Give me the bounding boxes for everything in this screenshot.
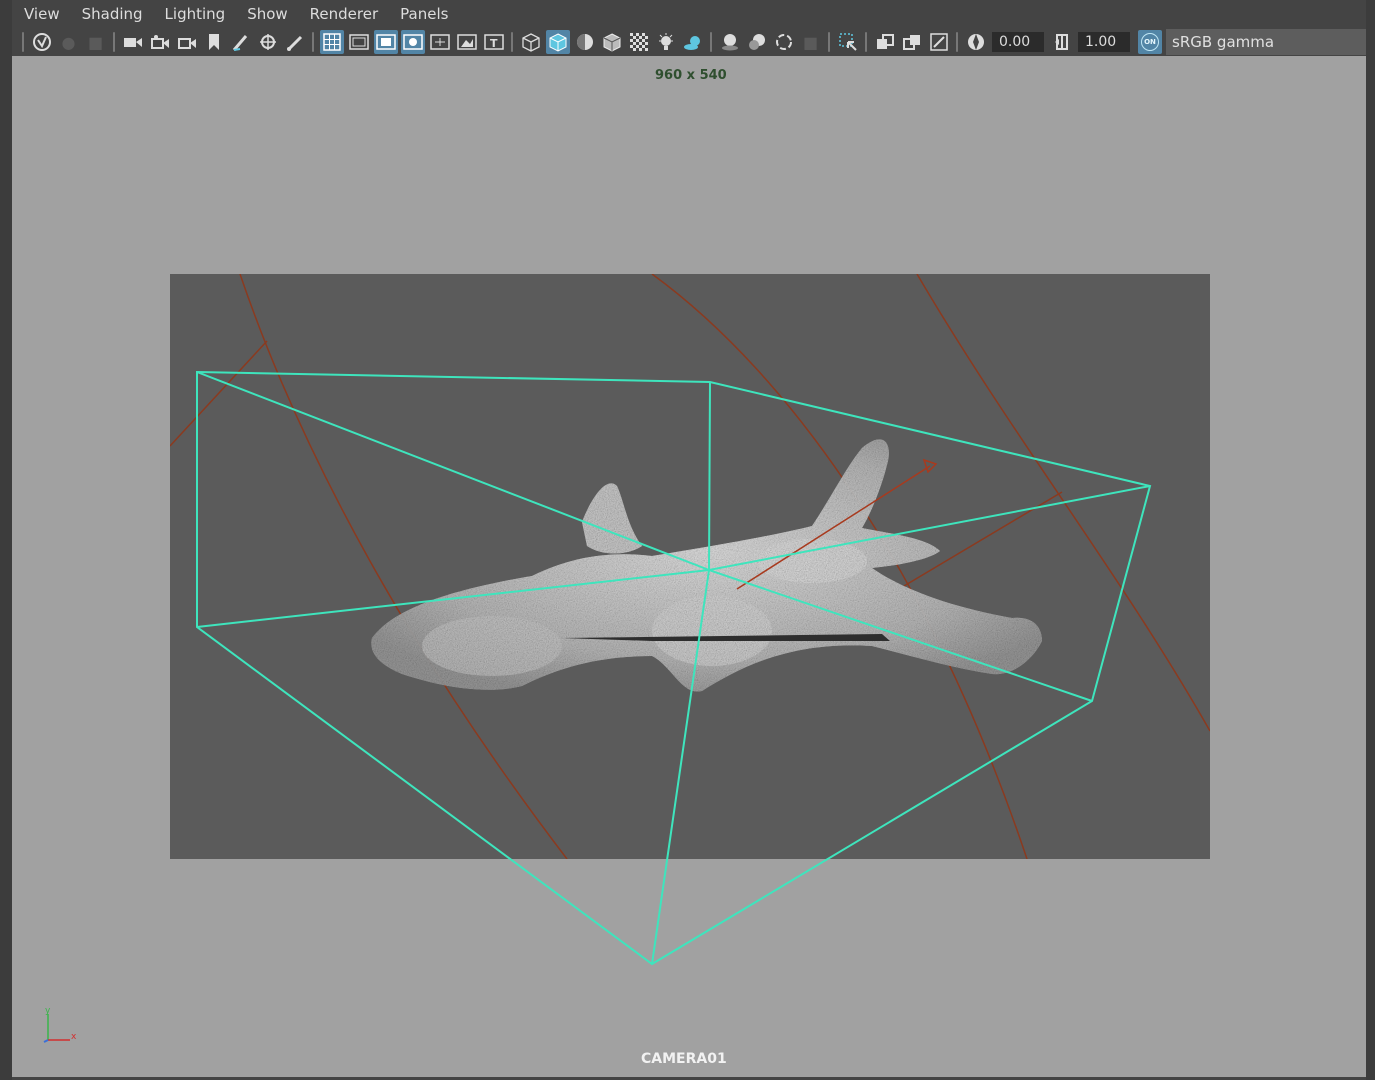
svg-text:T: T	[490, 37, 498, 50]
select-camera-icon[interactable]	[30, 30, 54, 54]
maya-viewport-panel: View Shading Lighting Show Renderer Pane…	[0, 0, 1375, 1080]
toolbar-separator	[312, 32, 314, 52]
toolbar-separator	[22, 32, 24, 52]
axis-x-label: x	[71, 1032, 77, 1042]
toolbar-separator	[511, 32, 513, 52]
panel-left-border	[0, 0, 12, 1080]
menu-panels[interactable]: Panels	[388, 0, 458, 28]
depth-of-field-icon[interactable]: ■	[799, 30, 823, 54]
toolbar-separator	[828, 32, 830, 52]
panel-toolbar: ● ■ T ■ 0.00 1.00 ON sRGB gamma	[12, 28, 1366, 56]
field-chart-icon[interactable]	[428, 30, 452, 54]
gamma-icon[interactable]	[1050, 30, 1074, 54]
wireframe-icon[interactable]	[519, 30, 543, 54]
backface-culling-icon[interactable]	[927, 30, 951, 54]
lock-camera-icon[interactable]: ●	[57, 30, 81, 54]
xray-joints-icon[interactable]	[873, 30, 897, 54]
panel-right-border	[1366, 0, 1375, 1080]
toolbar-separator	[956, 32, 958, 52]
anti-aliasing-icon[interactable]	[772, 30, 796, 54]
safe-title-icon[interactable]: T	[482, 30, 506, 54]
panel-menu-bar: View Shading Lighting Show Renderer Pane…	[12, 0, 1366, 28]
resolution-gate-icon[interactable]	[373, 30, 398, 54]
color-management-toggle[interactable]: ON	[1138, 30, 1162, 54]
menu-show[interactable]: Show	[235, 0, 297, 28]
bookmark-icon[interactable]	[202, 30, 226, 54]
3d-viewport[interactable]: 960 x 540 y x CAMERA01	[12, 56, 1366, 1077]
grid-icon[interactable]	[319, 30, 344, 54]
light-bulb-icon[interactable]	[654, 30, 678, 54]
isolate-select-icon[interactable]	[836, 30, 860, 54]
film-gate-icon[interactable]	[347, 30, 371, 54]
menu-renderer[interactable]: Renderer	[298, 0, 388, 28]
camera-name-label: CAMERA01	[641, 1051, 727, 1067]
default-material-icon[interactable]	[573, 30, 597, 54]
airplane-point-cloud[interactable]	[371, 439, 1042, 692]
menu-shading[interactable]: Shading	[70, 0, 153, 28]
toolbar-separator	[113, 32, 115, 52]
axis-indicator: y x	[43, 1006, 77, 1043]
gate-mask-icon[interactable]	[400, 30, 425, 54]
wireframe-on-shaded-icon[interactable]	[600, 30, 624, 54]
exposure-field[interactable]: 0.00	[992, 32, 1044, 52]
xray-active-components-icon[interactable]	[900, 30, 924, 54]
axis-y-label: y	[45, 1006, 51, 1016]
toolbar-separator	[865, 32, 867, 52]
exposure-icon[interactable]	[964, 30, 988, 54]
scene-canvas[interactable]: y x	[12, 56, 1366, 1077]
shadows-icon[interactable]	[681, 30, 705, 54]
brush-icon[interactable]	[283, 30, 307, 54]
toolbar-separator	[710, 32, 712, 52]
guide-curve	[239, 274, 568, 859]
color-management-on-label: ON	[1141, 33, 1159, 51]
camera-2d-pan-icon[interactable]	[175, 30, 199, 54]
safe-action-icon[interactable]	[455, 30, 479, 54]
smooth-shade-icon[interactable]	[545, 30, 570, 54]
menu-lighting[interactable]: Lighting	[153, 0, 236, 28]
menu-view[interactable]: View	[12, 0, 70, 28]
camera-image-plane-icon[interactable]	[148, 30, 172, 54]
pan-zoom-icon[interactable]	[256, 30, 280, 54]
motion-blur-icon[interactable]	[745, 30, 769, 54]
grease-pencil-icon[interactable]	[229, 30, 253, 54]
view-transform-dropdown[interactable]: sRGB gamma	[1166, 29, 1366, 55]
xray-icon[interactable]	[627, 30, 651, 54]
camera-attributes-icon[interactable]: ■	[84, 30, 108, 54]
guide-curve	[903, 491, 1063, 587]
camera-icon[interactable]	[121, 30, 145, 54]
gamma-field[interactable]: 1.00	[1078, 32, 1130, 52]
screen-space-ao-icon[interactable]	[718, 30, 742, 54]
